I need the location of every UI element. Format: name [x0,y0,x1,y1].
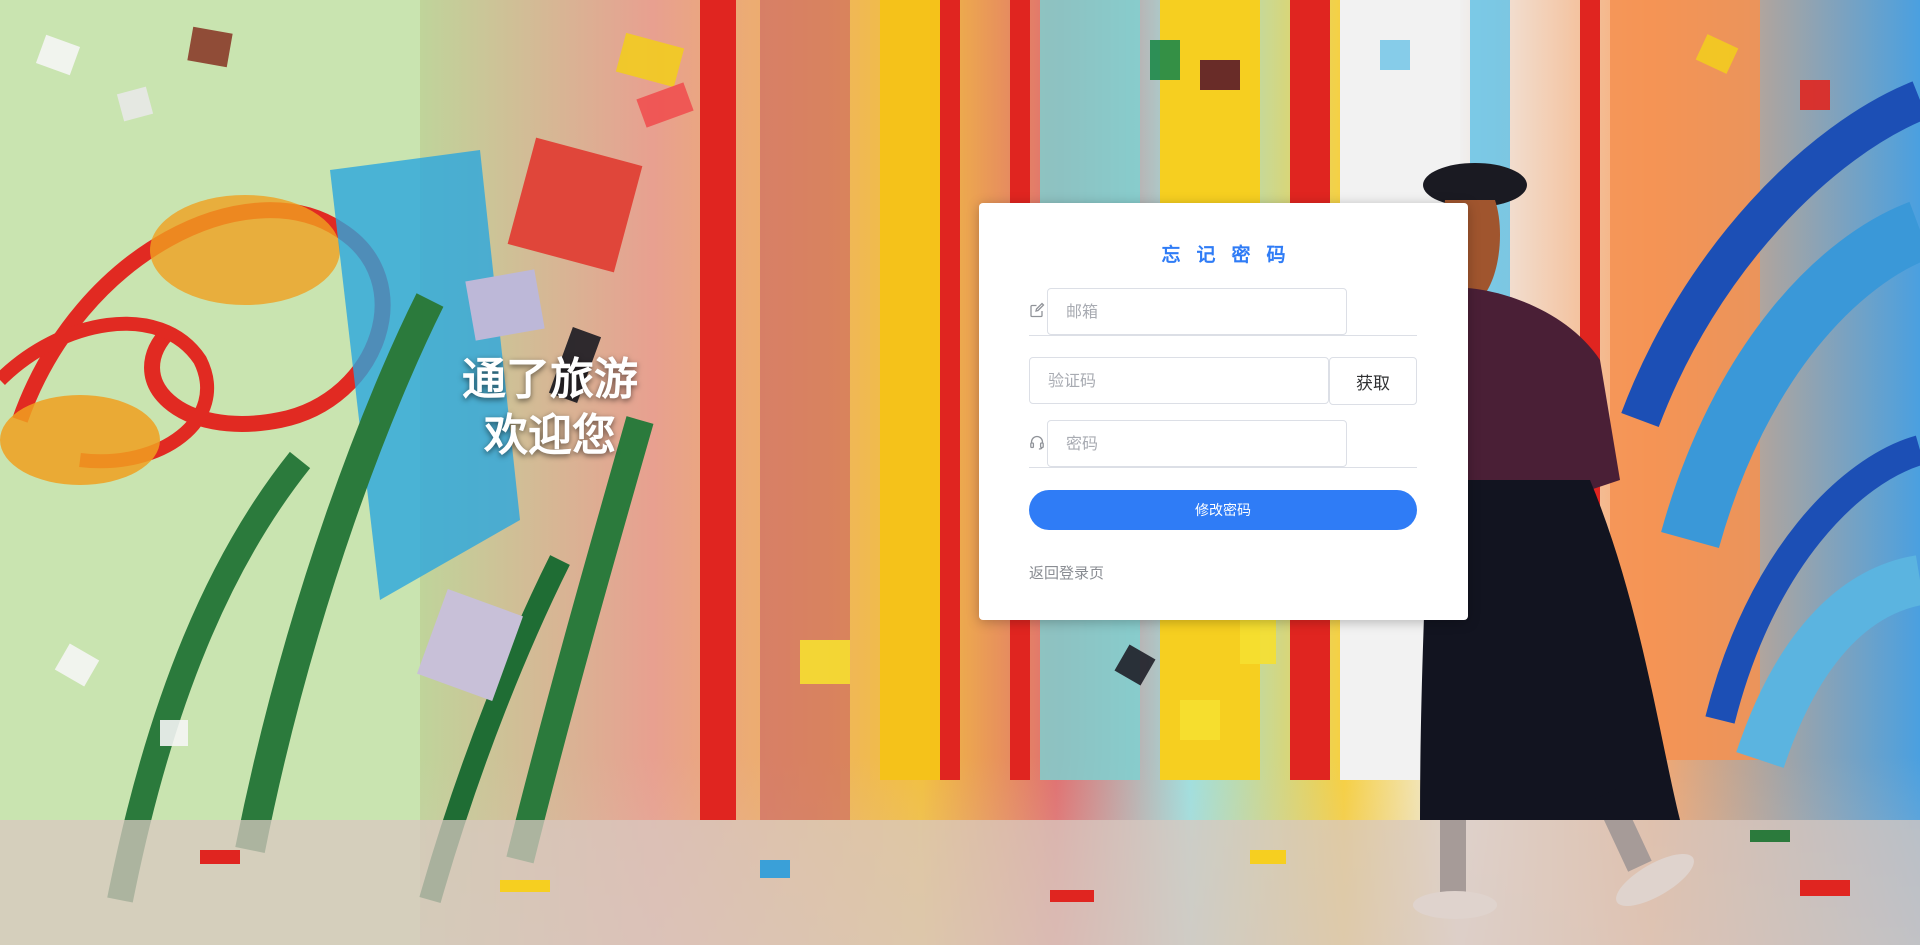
mosaic-background [0,0,1920,945]
get-code-button[interactable]: 获取 [1329,357,1417,405]
mosaic-pattern [0,0,1920,945]
headset-icon [1029,434,1047,452]
card-title: 忘记密码 [1161,244,1302,266]
forgot-password-card: 忘记密码 获取 修改密码 返回登录页 [979,203,1468,620]
verification-code-input[interactable] [1029,357,1329,404]
back-to-login-link[interactable]: 返回登录页 [1029,562,1104,583]
edit-icon [1029,302,1047,320]
verification-code-row: 获取 [1029,357,1417,405]
email-input[interactable] [1047,288,1347,335]
change-password-button[interactable]: 修改密码 [1029,490,1417,530]
password-row [1029,420,1417,468]
slogan-line-2: 欢迎您 [484,410,616,461]
welcome-slogan: 通了旅游 欢迎您 [445,352,655,464]
password-input[interactable] [1047,420,1347,467]
email-row [1029,288,1417,336]
slogan-line-1: 通了旅游 [462,354,638,405]
